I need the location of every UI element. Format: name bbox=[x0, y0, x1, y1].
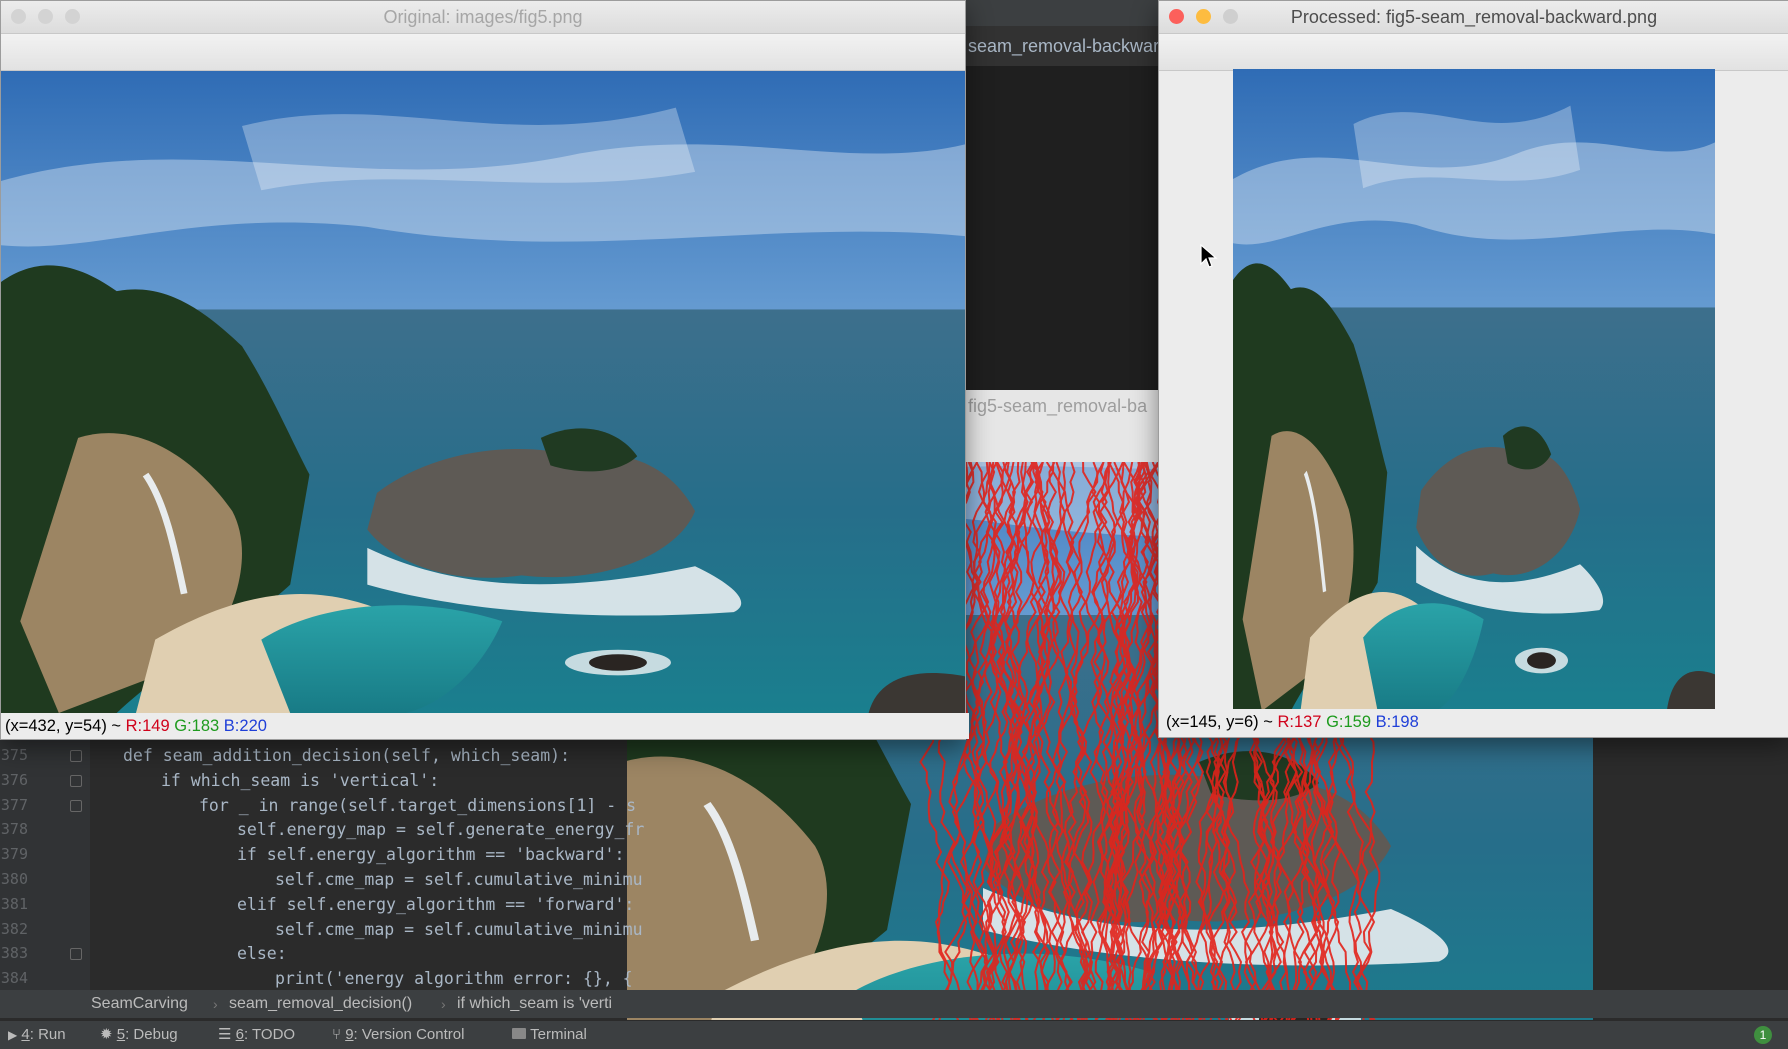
original-window-toolbar bbox=[1, 34, 965, 71]
todo-tool-label: : TODO bbox=[243, 1026, 296, 1043]
editor-tab-seam-removal[interactable]: seam_removal-backwar bbox=[960, 26, 1168, 66]
processed-window-titlebar[interactable]: Processed: fig5-seam_removal-backward.pn… bbox=[1159, 1, 1788, 34]
blue-value: B:198 bbox=[1375, 713, 1419, 731]
processed-window-toolbar bbox=[1159, 34, 1788, 71]
editor-gutter: 375 376 377 378 379 380 381 382 383 384 bbox=[0, 740, 90, 990]
fold-marker-icon[interactable] bbox=[70, 948, 82, 961]
terminal-tool-button[interactable]: Terminal bbox=[512, 1021, 587, 1049]
run-tool-key: 4 bbox=[21, 1026, 30, 1043]
green-value: G:159 bbox=[1326, 713, 1372, 731]
line-number: 381 bbox=[0, 894, 28, 913]
original-window-title: Original: images/fig5.png bbox=[383, 7, 583, 27]
breadcrumb-item-class[interactable]: SeamCarving bbox=[91, 990, 188, 1018]
editor-dark-panel bbox=[964, 66, 1158, 396]
code-editor[interactable]: def seam_addition_decision(self, which_s… bbox=[90, 740, 644, 990]
breadcrumb-separator: › bbox=[441, 996, 446, 1012]
line-number: 375 bbox=[0, 746, 28, 764]
version-control-tool-label: : Version Control bbox=[353, 1026, 465, 1043]
fold-marker-icon[interactable] bbox=[70, 799, 82, 812]
green-value: G:183 bbox=[174, 717, 220, 735]
pixel-coordinates: (x=145, y=6) ~ bbox=[1166, 713, 1278, 731]
branch-icon: ⑂ bbox=[332, 1026, 342, 1043]
notification-badge[interactable]: 1 bbox=[1754, 1026, 1772, 1044]
breadcrumb-separator: › bbox=[213, 996, 218, 1012]
run-tool-label: : Run bbox=[29, 1026, 66, 1043]
line-number: 378 bbox=[0, 820, 28, 839]
version-control-tool-button[interactable]: ⑂ 9: Version Control bbox=[332, 1021, 464, 1049]
editor-tab-label: seam_removal-backwar bbox=[968, 36, 1160, 56]
seam-window-title: fig5-seam_removal-ba bbox=[968, 396, 1148, 416]
code-line: for _ in range(self.target_dimensions[1]… bbox=[199, 795, 637, 815]
bug-icon: ✹ bbox=[100, 1026, 113, 1043]
code-line: elif self.energy_algorithm == 'forward': bbox=[237, 894, 635, 914]
terminal-tool-label: Terminal bbox=[530, 1026, 587, 1043]
run-icon: ▶ bbox=[8, 1028, 18, 1042]
processed-image-window: Processed: fig5-seam_removal-backward.pn… bbox=[1158, 0, 1788, 738]
mouse-cursor-icon bbox=[1200, 244, 1218, 268]
line-number: 384 bbox=[0, 969, 28, 988]
breadcrumb-item-block[interactable]: if which_seam is 'verti bbox=[457, 990, 612, 1018]
original-image bbox=[1, 71, 965, 713]
terminal-icon bbox=[512, 1028, 526, 1039]
code-line: self.cme_map = self.cumulative_minimu bbox=[275, 919, 643, 939]
blue-value: B:220 bbox=[223, 717, 267, 735]
code-line: else: bbox=[237, 944, 287, 964]
line-number: 383 bbox=[0, 944, 28, 963]
line-number: 382 bbox=[0, 919, 28, 938]
line-number: 376 bbox=[0, 770, 28, 789]
breadcrumb-item-method[interactable]: seam_removal_decision() bbox=[229, 990, 412, 1018]
list-icon: ☰ bbox=[218, 1026, 232, 1043]
run-tool-button[interactable]: ▶ 4: Run bbox=[8, 1021, 66, 1049]
line-number: 377 bbox=[0, 795, 28, 814]
code-line: self.cme_map = self.cumulative_minimu bbox=[275, 870, 643, 889]
line-number: 379 bbox=[0, 845, 28, 864]
code-line: print('energy algorithm error: {}, { bbox=[275, 969, 633, 989]
fold-marker-icon[interactable] bbox=[70, 750, 82, 762]
version-control-tool-key: 9 bbox=[345, 1026, 354, 1043]
todo-tool-button[interactable]: ☰ 6: TODO bbox=[218, 1021, 295, 1049]
seam-window-titlebar[interactable]: fig5-seam_removal-ba bbox=[964, 390, 1158, 463]
processed-image bbox=[1233, 69, 1715, 711]
debug-tool-label: : Debug bbox=[125, 1026, 178, 1043]
tool-window-bar: ▶ 4: Run ✹ 5: Debug ☰ 6: TODO ⑂ 9: Versi… bbox=[0, 1020, 1788, 1049]
debug-tool-button[interactable]: ✹ 5: Debug bbox=[100, 1021, 178, 1049]
red-value: R:137 bbox=[1277, 713, 1322, 731]
code-line: if self.energy_algorithm == 'backward': bbox=[237, 845, 625, 865]
original-window-titlebar[interactable]: Original: images/fig5.png bbox=[1, 1, 965, 34]
breadcrumb: SeamCarving › seam_removal_decision() › … bbox=[0, 990, 1788, 1018]
code-line: def seam_addition_decision(self, which_s… bbox=[123, 746, 571, 765]
red-value: R:149 bbox=[125, 717, 170, 735]
fold-marker-icon[interactable] bbox=[70, 774, 82, 787]
code-line: if which_seam is 'vertical': bbox=[161, 770, 440, 790]
original-status-bar: (x=432, y=54) ~ R:149 G:183 B:220 bbox=[1, 713, 969, 739]
todo-tool-key: 6 bbox=[235, 1026, 244, 1043]
debug-tool-key: 5 bbox=[116, 1026, 126, 1043]
processed-status-bar: (x=145, y=6) ~ R:137 G:159 B:198 bbox=[1159, 709, 1788, 735]
processed-window-title: Processed: fig5-seam_removal-backward.pn… bbox=[1290, 7, 1658, 27]
original-image-window: Original: images/fig5.png (x=432, y=54) … bbox=[0, 0, 969, 740]
line-number: 380 bbox=[0, 870, 28, 888]
pixel-coordinates: (x=432, y=54) ~ bbox=[5, 717, 126, 735]
code-line: self.energy_map = self.generate_energy_f… bbox=[237, 820, 645, 840]
